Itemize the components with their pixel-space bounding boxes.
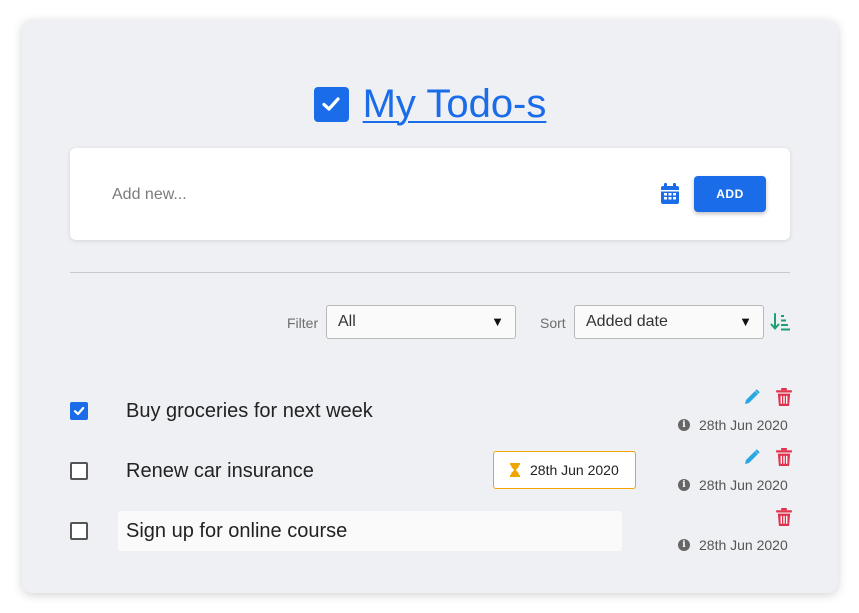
todo-text: Sign up for online course — [126, 519, 348, 542]
hourglass-icon — [510, 463, 520, 477]
todo-text[interactable]: Buy groceries for next week — [126, 400, 373, 423]
due-date-badge[interactable]: 28th Jun 2020 — [493, 451, 636, 489]
pencil-icon[interactable] — [744, 448, 760, 466]
info-icon: i — [678, 539, 690, 551]
pencil-icon[interactable] — [744, 388, 760, 406]
check-square-icon — [313, 86, 349, 122]
sort-selected-value: Added date — [586, 313, 668, 330]
sort-select[interactable]: Added date ▼ — [574, 305, 764, 339]
add-button[interactable]: ADD — [694, 176, 766, 212]
sort-label: Sort — [540, 315, 566, 331]
todo-row: Buy groceries for next week i 28th Jun 2… — [22, 382, 838, 438]
created-date-text: 28th Jun 2020 — [699, 537, 788, 553]
todo-text[interactable]: Renew car insurance — [126, 460, 314, 483]
page-title[interactable]: My Todo-s — [363, 82, 547, 127]
todo-row: Sign up for online course i 28th Jun 202… — [22, 502, 838, 558]
created-date-text: 28th Jun 2020 — [699, 477, 788, 493]
filter-label: Filter — [287, 315, 319, 331]
filter-select[interactable]: All ▼ — [326, 305, 516, 339]
todo-checkbox[interactable] — [70, 402, 88, 420]
created-date: i 28th Jun 2020 — [678, 417, 788, 433]
todo-row: Renew car insurance 28th Jun 2020 i 28th… — [22, 442, 838, 498]
due-date-text: 28th Jun 2020 — [530, 462, 619, 478]
todo-checkbox[interactable] — [70, 522, 88, 540]
header: My Todo-s — [22, 82, 838, 126]
trash-icon[interactable] — [776, 508, 792, 526]
info-icon: i — [678, 419, 690, 431]
todo-card: My Todo-s ADD Filter All ▼ Sort Added da… — [22, 20, 838, 593]
dropdown-arrow-icon: ▼ — [491, 314, 504, 329]
calendar-icon[interactable] — [660, 183, 680, 205]
created-date: i 28th Jun 2020 — [678, 477, 788, 493]
filter-selected-value: All — [338, 313, 356, 330]
created-date-text: 28th Jun 2020 — [699, 417, 788, 433]
trash-icon[interactable] — [776, 388, 792, 406]
add-todo-panel: ADD — [70, 148, 790, 240]
sort-ascending-icon[interactable] — [770, 312, 792, 332]
divider — [70, 272, 790, 273]
dropdown-arrow-icon: ▼ — [739, 314, 752, 329]
created-date: i 28th Jun 2020 — [678, 537, 788, 553]
add-new-input[interactable] — [110, 174, 654, 216]
todo-checkbox[interactable] — [70, 462, 88, 480]
trash-icon[interactable] — [776, 448, 792, 466]
todo-text-edit-field[interactable]: Sign up for online course — [118, 511, 622, 551]
info-icon: i — [678, 479, 690, 491]
